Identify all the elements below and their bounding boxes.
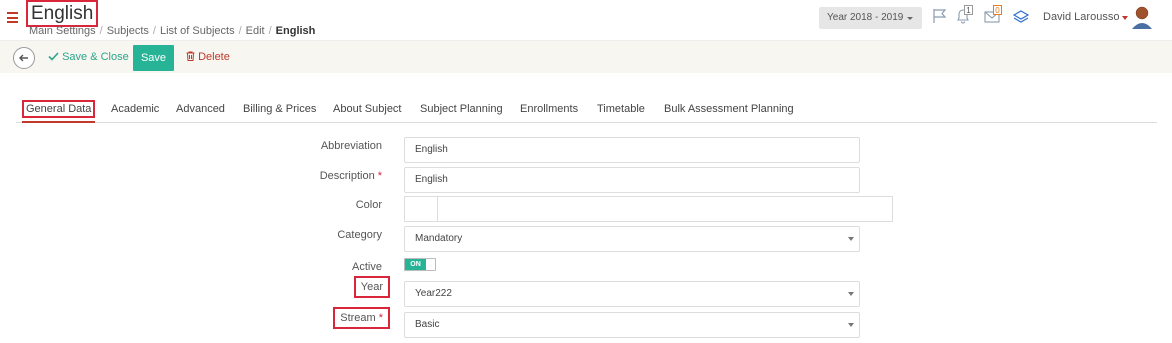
stream-select[interactable]: Basic [404,312,860,338]
chevron-down-icon [907,17,913,20]
user-name[interactable]: David Larousso [1043,11,1119,23]
avatar[interactable] [1131,5,1153,29]
chevron-down-icon [848,292,854,296]
color-swatch[interactable] [404,196,438,222]
tab-subject-planning[interactable]: Subject Planning [420,96,503,123]
stream-value: Basic [415,319,440,330]
tab-bar: General Data Academic Advanced Billing &… [16,96,1157,123]
tab-enrollments[interactable]: Enrollments [520,96,578,123]
mail-icon[interactable]: 0 [984,5,1002,26]
description-input[interactable]: English [404,167,860,193]
description-value: English [415,174,448,185]
menu-icon[interactable] [7,12,18,23]
abbreviation-label: Abbreviation [320,140,382,152]
flag-icon[interactable] [932,8,950,26]
breadcrumb-current: English [275,25,316,37]
check-icon [48,52,59,61]
notifications-badge: 1 [964,5,973,15]
required-mark: * [377,170,382,182]
breadcrumb-edit[interactable]: Edit [246,25,265,37]
stream-label-text: Stream [340,312,376,324]
tab-advanced[interactable]: Advanced [176,96,225,123]
delete-label: Delete [198,51,230,63]
bell-icon[interactable]: 1 [955,5,973,26]
delete-button[interactable]: Delete [186,51,230,63]
trash-icon [186,51,195,61]
tab-general-data[interactable]: General Data [22,96,96,123]
tab-general-data-label: General Data [22,100,96,118]
description-label-text: Description [319,170,375,182]
back-button[interactable] [13,47,35,69]
breadcrumb-subjects[interactable]: Subjects [107,25,149,37]
year-value: Year222 [415,288,452,299]
active-label: Active [352,261,382,273]
category-label: Category [337,229,382,241]
chevron-down-icon [848,323,854,327]
category-select[interactable]: Mandatory [404,226,860,252]
breadcrumb-main-settings[interactable]: Main Settings [29,25,96,37]
save-button[interactable]: Save [133,45,174,71]
year-selector[interactable]: Year 2018 - 2019 [819,7,922,29]
tab-bulk-assessment-planning[interactable]: Bulk Assessment Planning [664,96,794,123]
tab-academic[interactable]: Academic [111,96,159,123]
year-select[interactable]: Year222 [404,281,860,307]
chevron-down-icon [848,237,854,241]
required-mark: * [378,312,383,324]
arrow-left-icon [19,54,28,62]
abbreviation-input[interactable]: English [404,137,860,163]
tab-billing-prices[interactable]: Billing & Prices [243,96,316,123]
tab-about-subject[interactable]: About Subject [333,96,402,123]
year-selector-label: Year 2018 - 2019 [827,12,904,23]
color-label: Color [355,199,382,211]
year-label: Year [353,276,390,298]
messages-badge: 0 [993,5,1002,15]
page-title: English [26,0,99,27]
color-input[interactable] [437,196,893,222]
save-close-label: Save & Close [62,51,129,63]
header-bar: English Main Settings / Subjects / List of S… [0,0,1172,40]
active-toggle[interactable]: ON [404,258,436,271]
toggle-on-label: ON [405,259,426,270]
tab-timetable[interactable]: Timetable [597,96,645,123]
layers-icon[interactable] [1012,8,1030,26]
description-label: Description * [320,170,382,182]
breadcrumb-list-of-subjects[interactable]: List of Subjects [160,25,235,37]
year-label-text: Year [353,276,390,298]
category-value: Mandatory [415,233,463,244]
stream-label-box: Stream * [333,307,390,329]
breadcrumb: Main Settings / Subjects / List of Subjects /… [29,25,316,37]
toolbar: Save & Close Save Delete [0,40,1172,73]
abbreviation-value: English [415,144,448,155]
stream-label: Stream * [333,307,390,329]
caret-down-icon[interactable] [1122,16,1128,20]
save-close-button[interactable]: Save & Close [48,51,129,63]
